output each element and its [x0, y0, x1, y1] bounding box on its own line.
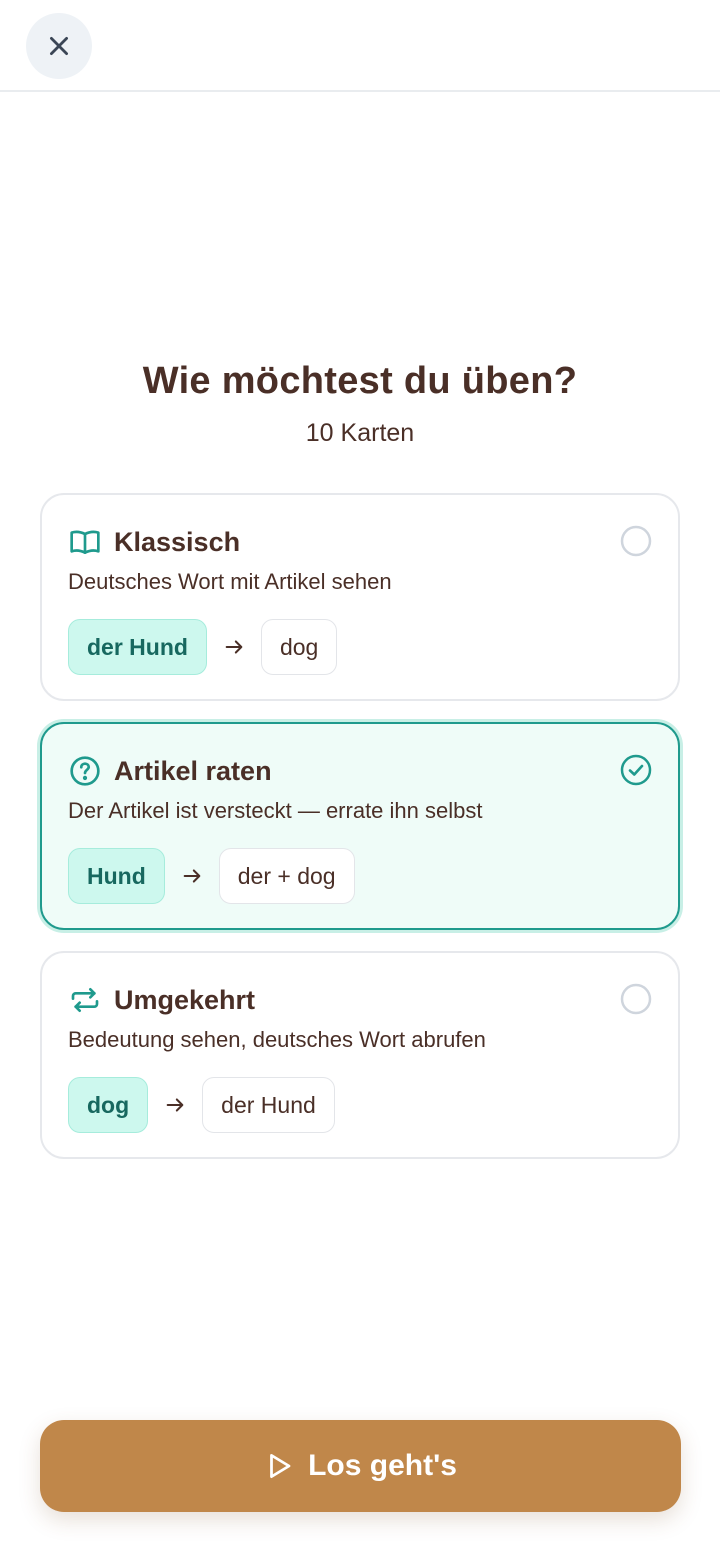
mode-option-klassisch[interactable]: Klassisch Deutsches Wort mit Artikel seh…: [40, 493, 680, 701]
example-back-chip: der + dog: [218, 848, 355, 904]
open-book-icon: [68, 525, 102, 559]
mode-description: Der Artikel ist versteckt — errate ihn s…: [68, 798, 483, 823]
mode-title: Klassisch: [114, 526, 241, 557]
close-icon: [50, 37, 68, 55]
close-button[interactable]: [26, 13, 92, 79]
page-title: Wie möchtest du üben?: [142, 360, 578, 402]
arrow-right-icon: [207, 636, 261, 658]
mode-option-artikel-raten[interactable]: Artikel raten Der Artikel ist versteckt …: [40, 722, 680, 930]
heading: Wie möchtest du üben? 10 Karten: [0, 355, 720, 449]
start-button[interactable]: Los geht's: [40, 1420, 681, 1512]
example-front-chip: Hund: [68, 848, 165, 904]
mode-option-umgekehrt[interactable]: Umgekehrt Bedeutung sehen, deutsches Wor…: [40, 951, 680, 1159]
repeat-arrows-icon: [68, 983, 102, 1017]
mode-header: Klassisch: [68, 525, 240, 559]
example-back-chip: dog: [260, 619, 338, 675]
arrow-right-icon: [148, 1094, 202, 1116]
radio-unchecked-icon[interactable]: [620, 525, 652, 557]
arrow-right-icon: [165, 865, 219, 887]
mode-description: Deutsches Wort mit Artikel sehen: [68, 569, 392, 594]
mode-example: dog der Hund: [68, 1077, 335, 1133]
radio-unchecked-icon[interactable]: [620, 983, 652, 1015]
example-back-chip: der Hund: [202, 1077, 335, 1133]
question-circle-icon: [68, 754, 102, 788]
mode-header: Artikel raten: [68, 754, 272, 788]
mode-title: Umgekehrt: [114, 984, 256, 1015]
start-button-label: Los geht's: [308, 1449, 457, 1482]
example-front-chip: dog: [68, 1077, 149, 1133]
check-circle-icon[interactable]: [620, 754, 652, 786]
mode-example: der Hund dog: [68, 619, 338, 675]
example-front-chip: der Hund: [68, 619, 207, 675]
mode-example: Hund der + dog: [68, 848, 355, 904]
mode-header: Umgekehrt: [68, 983, 255, 1017]
card-count: 10 Karten: [305, 419, 415, 447]
play-icon: [270, 1454, 291, 1478]
top-bar: [0, 0, 720, 92]
mode-title: Artikel raten: [114, 755, 272, 786]
mode-description: Bedeutung sehen, deutsches Wort abrufen: [68, 1027, 486, 1052]
